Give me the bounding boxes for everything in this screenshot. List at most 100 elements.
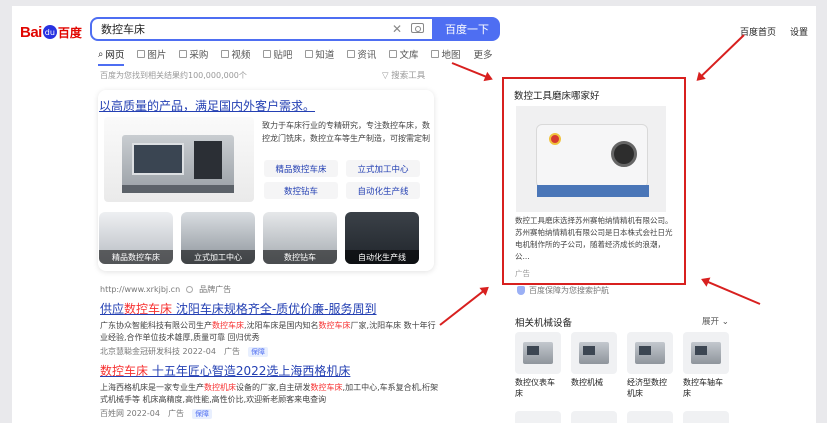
top-links: 百度首页 设置 [740,25,808,38]
related-item[interactable]: 数控仪表车床 [515,332,561,399]
ad-label: 广告 [167,409,184,418]
related-name: 经济型数控机床 [627,378,667,398]
map-icon [431,50,440,58]
related-image [571,332,617,374]
ad-thumbnail[interactable]: 数控钻车 [263,212,337,264]
related-item[interactable]: 数控机械 [571,332,617,399]
thumbnail-caption: 立式加工中心 [181,250,255,264]
search-result: 数控车床 十五年匠心智造2022选上海西格机床 上海西格机床是一家专业生产数控机… [100,362,440,419]
clear-icon[interactable]: ✕ [392,22,402,36]
tab-purchase[interactable]: 采购 [179,47,208,61]
tab-label: 文库 [399,50,419,61]
result-description: 广东协众智能科技有限公司生产数控车床,沈阳车床是国内知名数控车床厂家,沈阳车床 … [100,321,436,342]
shield-icon [517,286,525,295]
result-title[interactable]: 供应数控车床 沈阳车床规格齐全-质优价廉-服务周到 [100,300,440,317]
tab-label: 贴吧 [273,50,293,61]
tab-images[interactable]: 图片 [137,47,166,61]
related-item[interactable]: 数控车轴车床 [683,332,729,399]
video-icon [221,50,230,58]
tab-more[interactable]: 更多 [473,47,492,61]
thumbnail-caption: 自动化生产线 [345,250,419,264]
ad-thumbnail[interactable]: 立式加工中心 [181,212,255,264]
search-button[interactable]: 百度一下 [434,17,500,41]
related-image[interactable] [627,411,673,423]
title-highlight: 数控车床 [100,364,149,378]
ad-link[interactable]: 精品数控车床 [264,160,338,177]
ad-link[interactable]: 立式加工中心 [346,160,420,177]
expand-button[interactable]: 展开 ⌄ [702,315,729,327]
result-description: 上海西格机床是一家专业生产数控机床设备的厂家,自主研发数控车床,加工中心,车系复… [100,383,439,404]
search-tools-label: 搜索工具 [391,71,426,81]
ad-thumbnails: 精品数控车床 立式加工中心 数控钻车 自动化生产线 [99,212,419,264]
logo-text: Bai [20,23,42,41]
tab-zhidao[interactable]: 知道 [305,47,334,61]
result-title[interactable]: 数控车床 十五年匠心智造2022选上海西格机床 [100,362,440,379]
title-highlight: 数控车床 [124,302,173,316]
image-icon [137,50,146,58]
protection-notice[interactable]: 百度保障为您搜索护航 [517,285,609,296]
related-name: 数控车轴车床 [683,378,723,398]
tab-web[interactable]: ⌕ 网页 [98,47,125,66]
tab-label: 更多 [473,50,493,61]
title-text: 沈阳车床规格齐全-质优价廉-服务周到 [172,302,377,316]
ad-thumbnail[interactable]: 自动化生产线 [345,212,419,264]
baidu-logo[interactable]: Bai du 百度 [20,21,82,43]
ad-main-image[interactable] [104,117,254,202]
protection-text: 百度保障为您搜索护航 [529,286,609,295]
related-image[interactable] [683,411,729,423]
ad-url[interactable]: http://www.xrkjbj.cn [100,285,180,294]
guarantee-badge[interactable]: 保障 [191,408,212,419]
ad-label: 品牌广告 [199,285,232,294]
search-input[interactable]: 数控车床 ✕ [90,17,434,41]
thumbnail-caption: 精品数控车床 [99,250,173,264]
tab-wenku[interactable]: 文库 [389,47,418,61]
settings-link[interactable]: 设置 [790,25,808,38]
search-tools[interactable]: ▽ 搜索工具 [382,69,425,81]
result-count: 百度为您找到相关结果约100,000,000个 [100,71,247,80]
annotation-arrow [697,34,745,81]
tab-video[interactable]: 视频 [221,47,250,61]
related-image [515,332,561,374]
results-page: Bai du 百度 数控车床 ✕ 百度一下 百度首页 设置 ⌕ 网页 图片 采购 … [12,6,816,423]
cart-icon [179,50,188,58]
tab-label: 资讯 [357,50,377,61]
question-icon [305,50,314,58]
thumbnail-caption: 数控钻车 [263,250,337,264]
tab-map[interactable]: 地图 [431,47,460,61]
related-image[interactable] [515,411,561,423]
right-ad-title[interactable]: 数控工具磨床哪家好 [514,88,600,102]
tab-label: 视频 [231,50,251,61]
ad-description: 致力于车床行业的专精研究，专注数控车床，数控龙门铣床，数控立车等生产制造，可按需… [262,121,430,143]
source-text: 百姓网 2022-04 [100,409,160,418]
ad-link[interactable]: 数控钻车 [264,182,338,199]
ad-thumbnail[interactable]: 精品数控车床 [99,212,173,264]
related-title: 相关机械设备 [515,318,573,329]
annotation-arrow [439,287,488,326]
title-text: 供应 [100,302,125,316]
related-image[interactable] [571,411,617,423]
title-text: 十五年匠心智造2022选上海西格机床 [148,364,351,378]
result-source: 北京慧聪金冠研发科技 2022-04 广告 保障 [100,346,440,357]
search-result: 供应数控车床 沈阳车床规格齐全-质优价廉-服务周到 广东协众智能科技有限公司生产… [100,300,440,357]
related-list: 数控仪表车床 数控机械 经济型数控机床 数控车轴车床 [515,332,729,399]
info-icon[interactable] [186,286,194,293]
related-item[interactable]: 经济型数控机床 [627,332,673,399]
tab-news[interactable]: 资讯 [347,47,376,61]
search-tabs: ⌕ 网页 图片 采购 视频 贴吧 知道 资讯 文库 地图 更多 [98,47,492,66]
related-name: 数控机械 [571,378,603,387]
annotation-arrow [702,278,761,305]
grinder-machine-image [536,124,649,197]
home-link[interactable]: 百度首页 [740,25,776,38]
search-icon: ⌕ [98,48,104,60]
tab-label: 采购 [189,50,209,61]
ad-link[interactable]: 自动化生产线 [346,182,420,199]
chevron-down-icon: ⌄ [719,317,729,327]
ad-label: 广告 [223,347,240,356]
ad-title[interactable]: 以高质量的产品，满足国内外客户需求。 [99,97,315,114]
tieba-icon [263,50,272,58]
tab-tieba[interactable]: 贴吧 [263,47,292,61]
guarantee-badge[interactable]: 保障 [247,346,268,357]
tab-label: 图片 [147,50,167,61]
camera-icon[interactable] [411,23,424,33]
right-ad-image[interactable] [516,106,666,212]
